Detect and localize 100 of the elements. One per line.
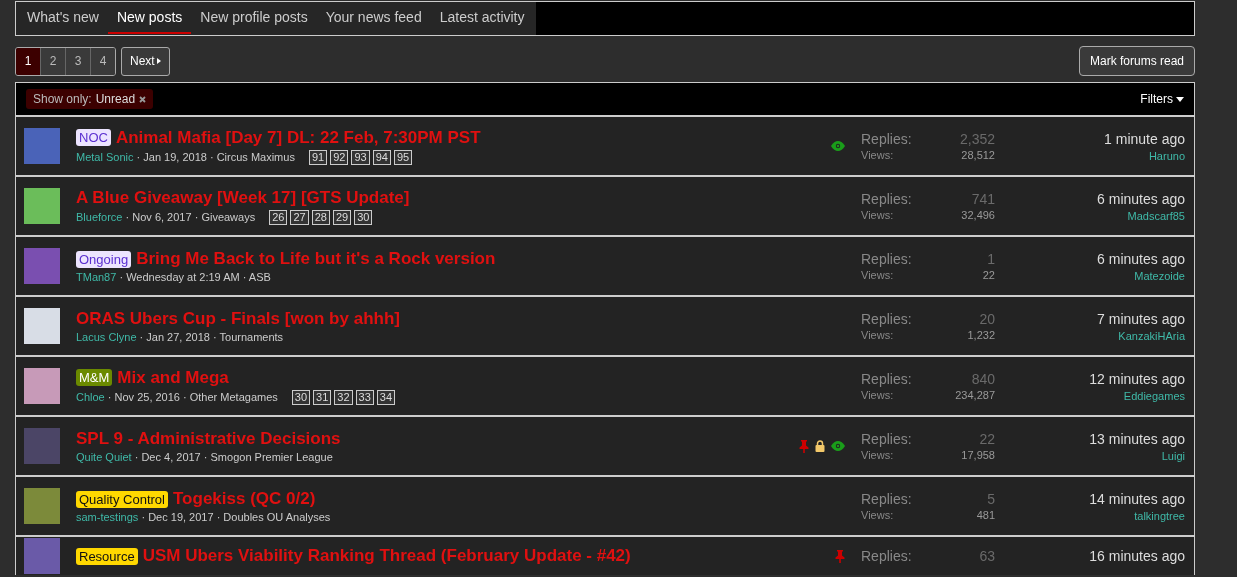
last-poster[interactable]: talkingtree — [1134, 509, 1185, 522]
views-count: 17,958 — [960, 449, 995, 461]
avatar-placeholder[interactable] — [24, 428, 60, 464]
page-link[interactable]: 26 — [269, 209, 288, 225]
avatar-placeholder[interactable] — [24, 308, 60, 344]
filters-button[interactable]: Filters — [1140, 92, 1184, 106]
last-post-time[interactable]: 1 minute ago — [1104, 130, 1185, 147]
thread-author[interactable]: Blueforce — [76, 211, 123, 223]
forum-link[interactable]: · Doubles OU Analyses — [213, 511, 331, 523]
page-link[interactable]: 29 — [332, 209, 352, 225]
replies-label: Replies: — [861, 371, 912, 387]
avatar-placeholder[interactable] — [24, 368, 60, 404]
replies-label: Replies: — [861, 491, 912, 507]
lock-icon — [815, 440, 825, 452]
nav-tab[interactable]: What's new — [18, 2, 108, 34]
thread-date: · Nov 25, 2016 — [106, 391, 180, 403]
thread-date: · Wednesday at 2:19 AM — [118, 271, 240, 283]
page-link[interactable]: 4 — [90, 47, 115, 75]
last-post-time[interactable]: 13 minutes ago — [1089, 430, 1185, 447]
page-link[interactable]: 31 — [313, 389, 332, 405]
caret-icon — [1176, 96, 1184, 102]
last-poster[interactable]: Luigi — [1161, 449, 1185, 462]
views-label: Views: — [861, 149, 895, 161]
page-link[interactable]: 28 — [311, 209, 330, 225]
replies-count: 1 — [986, 251, 995, 267]
forum-link[interactable]: · Smogon Premier League — [200, 451, 333, 463]
page-link[interactable]: 94 — [372, 149, 391, 165]
thread-author[interactable]: sam-testings — [76, 511, 139, 523]
forum-link[interactable]: · Giveaways — [191, 211, 256, 223]
thread-author[interactable]: Quite Quiet — [76, 451, 132, 463]
page-link[interactable]: 3 — [65, 47, 90, 75]
mark-read-button[interactable]: Mark forums read — [1078, 46, 1195, 76]
page-link[interactable]: 32 — [334, 389, 353, 405]
nav-tab[interactable]: New profile posts — [191, 2, 317, 34]
last-post-time[interactable]: 7 minutes ago — [1097, 310, 1185, 327]
last-post-time[interactable]: 14 minutes ago — [1089, 490, 1185, 507]
last-post-time[interactable]: 16 minutes ago — [1089, 548, 1185, 564]
forum-link[interactable]: · Tournaments — [209, 331, 284, 343]
page-link[interactable]: 30 — [291, 389, 311, 405]
page-link[interactable]: 30 — [354, 209, 373, 225]
replies-label: Replies: — [861, 431, 912, 447]
avatar-placeholder[interactable] — [24, 488, 60, 524]
page-link[interactable]: 95 — [393, 149, 413, 165]
last-post-time[interactable]: 6 minutes ago — [1097, 250, 1185, 267]
views-label: Views: — [861, 389, 895, 401]
last-poster[interactable]: Matezoide — [1134, 269, 1185, 282]
thread-author[interactable]: Chloe — [76, 391, 105, 403]
views-count: 1,232 — [966, 329, 995, 341]
thread-author[interactable]: TMan87 — [76, 271, 117, 283]
replies-label: Replies: — [861, 191, 912, 207]
last-poster[interactable]: Eddiegames — [1123, 389, 1185, 402]
replies-count: 840 — [970, 371, 995, 387]
nav-tab[interactable]: Your news feed — [316, 2, 431, 34]
page-link[interactable]: 91 — [308, 149, 328, 165]
replies-count: 63 — [978, 548, 995, 564]
views-count: 22 — [981, 269, 995, 281]
thread-prefix: Resource — [76, 547, 138, 565]
avatar-placeholder[interactable] — [24, 128, 60, 164]
nav-tab[interactable]: New posts — [107, 2, 192, 34]
page-link[interactable]: 33 — [355, 389, 374, 405]
replies-count: 22 — [978, 431, 995, 447]
page-link[interactable]: 2 — [40, 47, 65, 75]
page-link[interactable]: 1 — [16, 47, 40, 75]
thread-author[interactable]: Lacus Clyne — [76, 331, 137, 343]
last-post-time[interactable]: 6 minutes ago — [1097, 190, 1185, 207]
last-poster[interactable]: Haruno — [1148, 149, 1185, 162]
last-post-time[interactable]: 12 minutes ago — [1089, 370, 1185, 387]
avatar-placeholder[interactable] — [24, 188, 60, 224]
pin-icon — [799, 439, 809, 453]
next-button[interactable]: Next — [121, 46, 170, 76]
nav-tab[interactable]: Latest activity — [430, 2, 534, 34]
thread-date: · Jan 27, 2018 — [138, 331, 210, 343]
page-link[interactable]: 34 — [376, 389, 396, 405]
views-label: Views: — [861, 329, 895, 341]
avatar-placeholder[interactable] — [24, 248, 60, 284]
replies-count: 741 — [970, 191, 995, 207]
replies-label: Replies: — [861, 251, 912, 267]
forum-link[interactable]: · ASB — [239, 271, 271, 283]
forum-link[interactable]: · Other Metagames — [179, 391, 278, 403]
thread-date: · Jan 19, 2018 — [135, 151, 207, 163]
page-link[interactable]: 92 — [330, 149, 349, 165]
pin-icon — [835, 549, 845, 563]
avatar-placeholder[interactable] — [24, 538, 60, 574]
views-label: Views: — [861, 269, 895, 281]
page-link[interactable]: 27 — [290, 209, 309, 225]
last-poster[interactable]: KanzakiHAria — [1118, 329, 1185, 342]
forum-link[interactable]: · Circus Maximus — [206, 151, 295, 163]
last-poster[interactable]: Madscarf85 — [1127, 209, 1185, 222]
replies-label: Replies: — [861, 131, 912, 147]
filter-chip[interactable]: Show only: Unread — [26, 89, 154, 109]
views-count: 234,287 — [954, 389, 995, 401]
replies-label: Replies: — [861, 548, 912, 564]
page-link[interactable]: 93 — [351, 149, 370, 165]
replies-count: 2,352 — [958, 131, 995, 147]
close-icon[interactable] — [139, 95, 147, 103]
views-count: 481 — [975, 509, 995, 521]
thread-date: · Dec 4, 2017 — [133, 451, 201, 463]
eye-icon — [831, 141, 845, 151]
thread-author[interactable]: Metal Sonic — [76, 151, 134, 163]
views-label: Views: — [861, 449, 895, 461]
